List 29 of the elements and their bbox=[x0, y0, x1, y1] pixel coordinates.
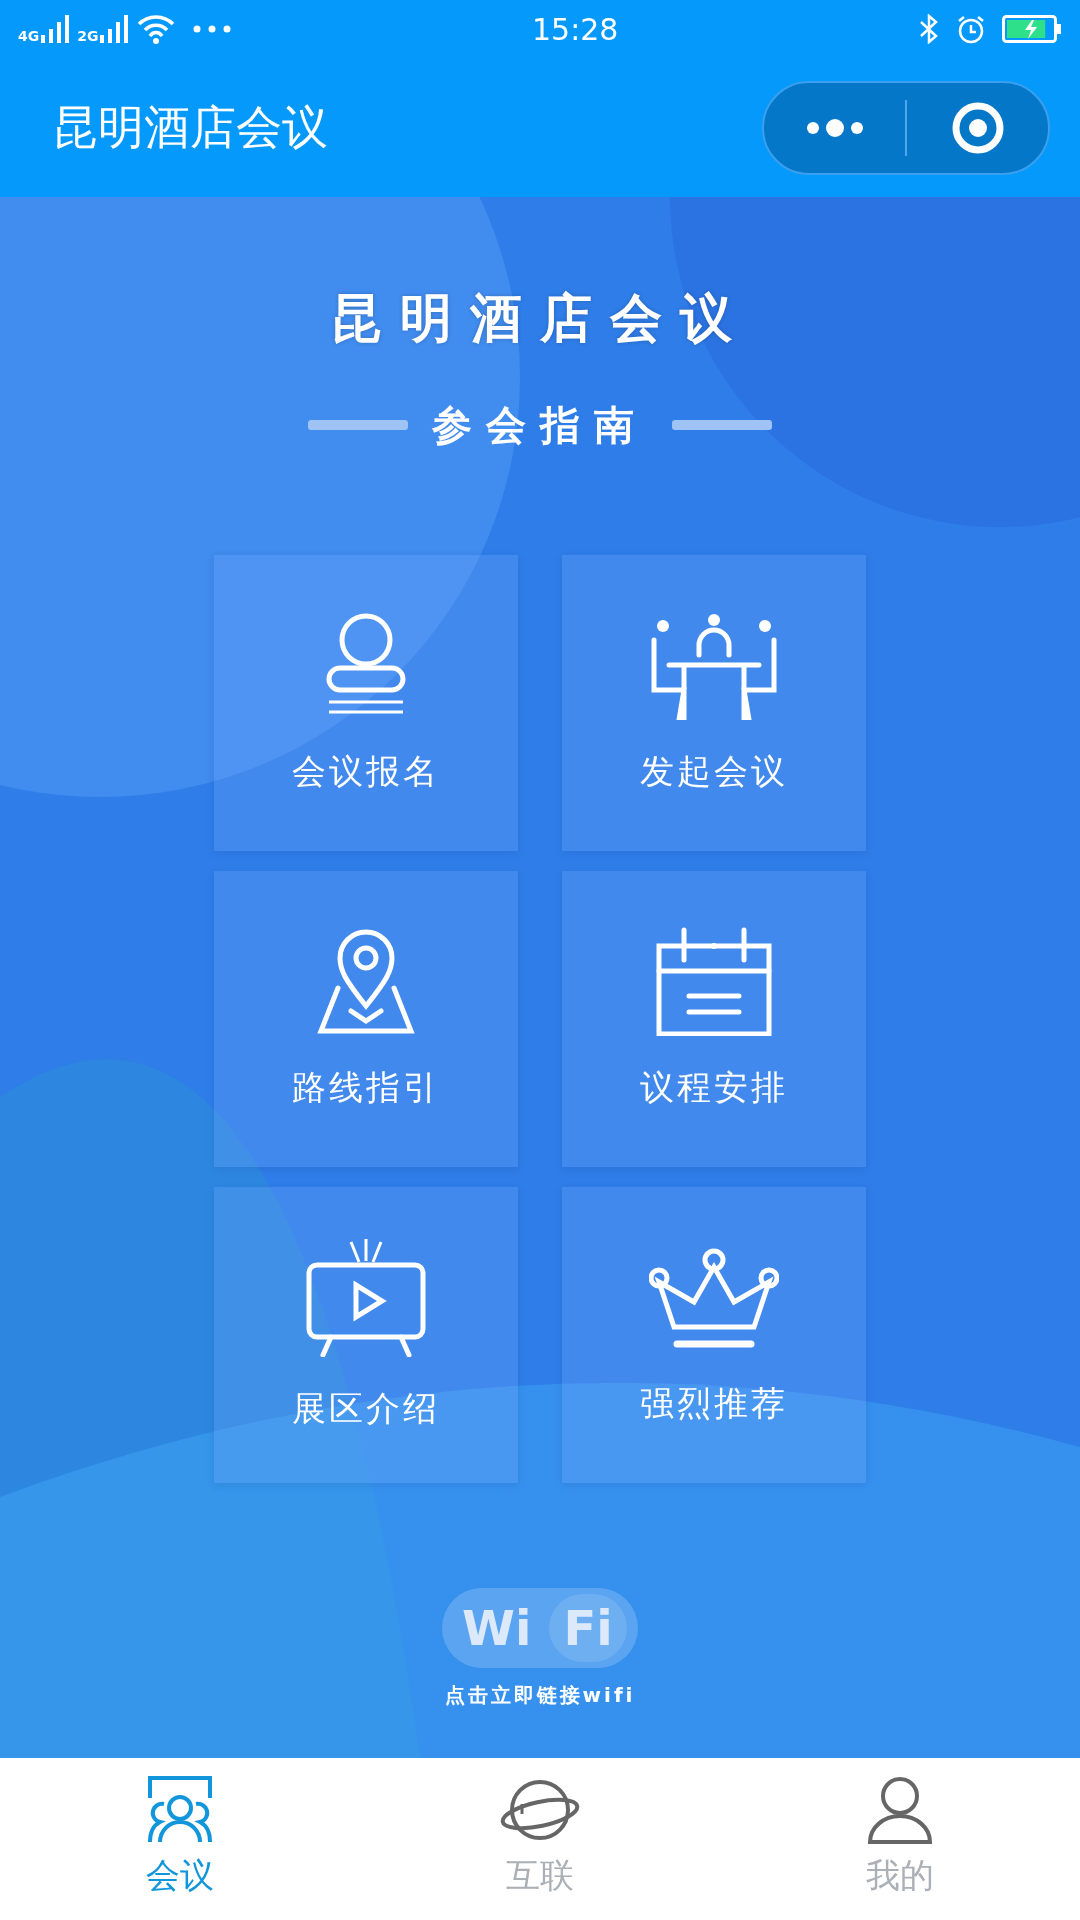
menu-tile[interactable]: 路线指引 bbox=[214, 871, 518, 1167]
banner-title: 昆明酒店会议 bbox=[330, 287, 750, 350]
bluetooth-icon bbox=[918, 14, 940, 44]
signal-icon bbox=[98, 15, 129, 43]
wifi-icon bbox=[136, 14, 177, 44]
menu-tile[interactable]: 强烈推荐 bbox=[562, 1187, 866, 1483]
menu-tile[interactable]: 发起会议 bbox=[562, 555, 866, 851]
calendar-icon bbox=[654, 925, 774, 1036]
alarm-icon bbox=[956, 14, 986, 44]
tab-item[interactable]: 我的 bbox=[720, 1758, 1080, 1920]
signal-icon bbox=[39, 15, 70, 43]
more-icon bbox=[804, 117, 865, 138]
target-icon bbox=[950, 100, 1005, 155]
wifi-caption[interactable]: 点击立即链接wifi bbox=[444, 1680, 636, 1710]
page-title: 昆明酒店会议 bbox=[52, 99, 328, 156]
wifi-logo[interactable]: Wi Fi bbox=[442, 1588, 638, 1668]
menu-tile[interactable]: 展区介绍 bbox=[214, 1187, 518, 1483]
tab-item[interactable]: 互联 bbox=[360, 1758, 720, 1920]
network-label: 4G bbox=[18, 29, 40, 43]
battery-icon bbox=[1002, 15, 1062, 43]
menu-tile[interactable]: 议程安排 bbox=[562, 871, 866, 1167]
logo-text: Fi bbox=[549, 1594, 627, 1662]
logo-text: Wi bbox=[461, 1599, 533, 1658]
more-icon bbox=[192, 24, 233, 34]
tab-item[interactable]: 会议 bbox=[0, 1758, 360, 1920]
network-label: 2G bbox=[77, 29, 99, 43]
menu-tile[interactable]: 会议报名 bbox=[214, 555, 518, 851]
banner-subtitle: 参会指南 bbox=[432, 401, 648, 450]
status-time: 15:28 bbox=[532, 10, 619, 49]
